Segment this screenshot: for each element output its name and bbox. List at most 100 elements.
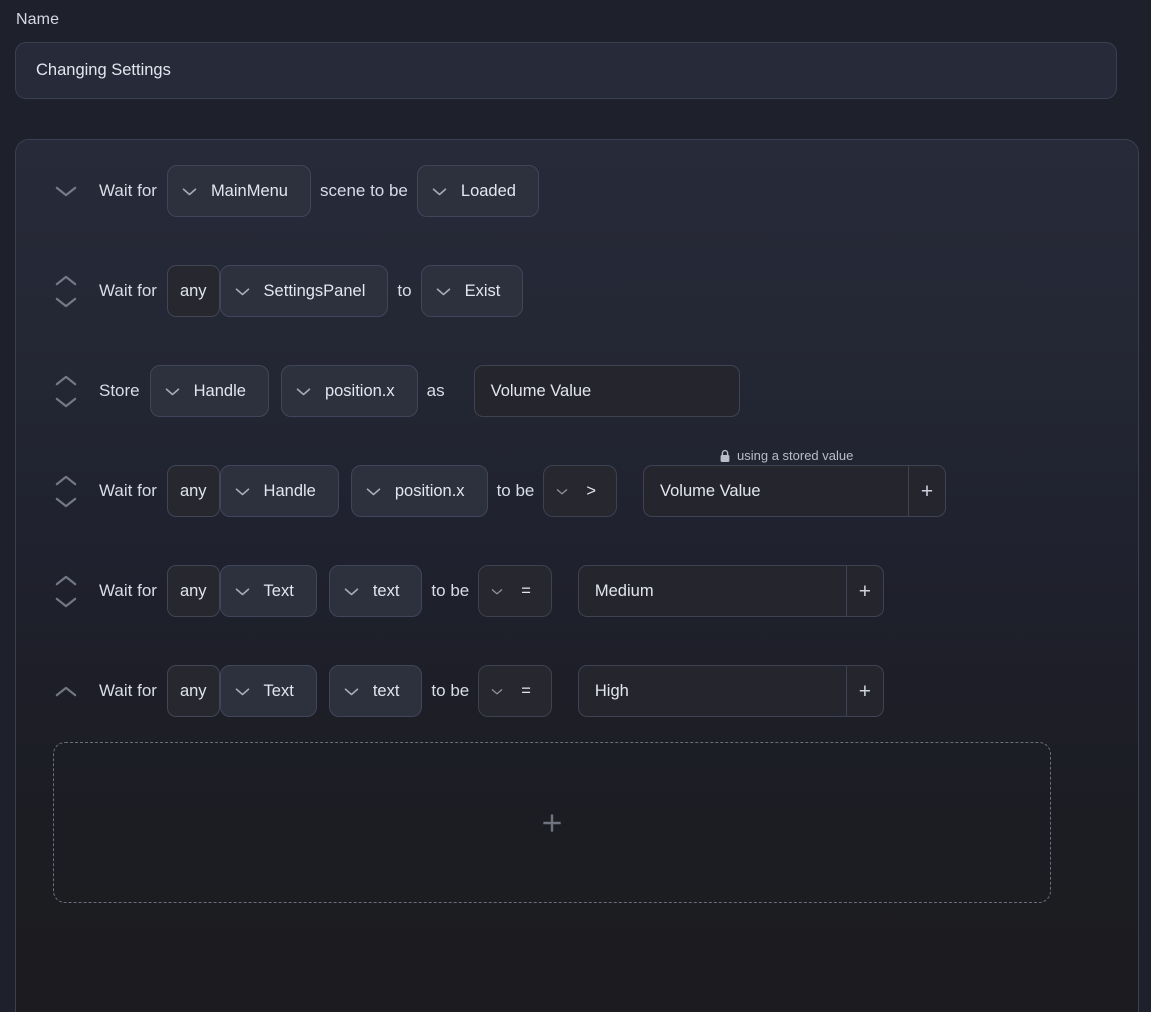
chevron-down-icon <box>344 687 359 695</box>
add-value-button[interactable]: + <box>908 465 947 517</box>
step-row: Wait for any Handle position.x to be > Volume … <box>16 459 947 523</box>
chevron-down-icon <box>344 587 359 595</box>
quantifier-toggle[interactable]: any <box>166 465 220 517</box>
target-dropdown[interactable]: Handle <box>219 465 339 517</box>
value-field-text: High <box>594 681 629 700</box>
state-dropdown[interactable]: Exist <box>420 265 524 317</box>
value-field[interactable]: High <box>577 665 846 717</box>
chevron-down-icon <box>235 687 249 695</box>
reorder-controls <box>43 459 89 523</box>
step-row: Wait for MainMenu scene to be Loaded <box>16 159 539 223</box>
chevron-down-icon <box>436 287 450 295</box>
add-step-area[interactable] <box>53 742 1051 903</box>
step-connector-text: to <box>397 281 412 300</box>
chevron-down-icon <box>55 497 77 507</box>
property-dropdown[interactable]: text <box>328 565 423 617</box>
step-verb: Wait for <box>99 681 157 700</box>
lock-icon <box>720 449 730 462</box>
target-dropdown-value: Text <box>263 681 294 700</box>
value-field[interactable]: Volume Value <box>473 365 740 417</box>
chevron-down-icon <box>235 587 249 595</box>
step-verb: Wait for <box>99 281 157 300</box>
chevron-down-icon <box>55 597 77 607</box>
property-dropdown[interactable]: text <box>328 665 423 717</box>
chevron-down-icon <box>235 287 249 295</box>
state-dropdown[interactable]: Loaded <box>416 165 539 217</box>
step-row: Wait for any Text text to be = Medium + <box>16 559 884 623</box>
property-dropdown-value: position.x <box>394 481 465 500</box>
operator-dropdown-value: = <box>521 581 531 600</box>
add-value-button[interactable]: + <box>845 565 884 617</box>
chevron-down-icon <box>55 397 77 407</box>
move-up-button[interactable] <box>55 575 77 586</box>
operator-dropdown-value: > <box>586 481 597 500</box>
target-dropdown[interactable]: Text <box>219 665 317 717</box>
add-value-button[interactable]: + <box>845 665 884 717</box>
operator-dropdown[interactable]: = <box>478 665 552 717</box>
chevron-down-icon <box>55 186 77 196</box>
move-down-button[interactable] <box>55 186 77 197</box>
step-connector-text: as <box>426 381 445 400</box>
chevron-down-icon <box>182 187 197 195</box>
operator-dropdown[interactable]: > <box>543 465 618 517</box>
target-dropdown[interactable]: MainMenu <box>166 165 311 217</box>
name-input[interactable]: Changing Settings <box>15 42 1117 99</box>
target-dropdown-value: SettingsPanel <box>263 281 366 300</box>
step-verb: Wait for <box>99 581 157 600</box>
step-verb: Wait for <box>99 481 157 500</box>
chevron-down-icon <box>491 688 503 694</box>
property-dropdown[interactable]: position.x <box>350 465 488 517</box>
reorder-controls <box>43 559 89 623</box>
chevron-down-icon <box>296 387 311 395</box>
value-field-text: Volume Value <box>490 381 592 400</box>
move-up-button[interactable] <box>55 375 77 386</box>
step-row: Wait for any Text text to be = High + <box>16 659 884 723</box>
step-connector-text: scene to be <box>319 181 408 200</box>
move-up-button[interactable] <box>55 275 77 286</box>
target-dropdown[interactable]: Text <box>219 565 317 617</box>
target-dropdown-value: MainMenu <box>210 181 288 200</box>
chevron-up-icon <box>55 475 77 485</box>
step-connector-text: to be <box>431 581 470 600</box>
state-dropdown-value: Loaded <box>460 181 516 200</box>
chevron-up-icon <box>55 375 77 385</box>
value-field-text: Medium <box>594 581 654 600</box>
quantifier-toggle[interactable]: any <box>166 665 220 717</box>
step-editor-page: Name Changing Settings Wait for MainMenu s… <box>0 0 1151 1012</box>
chevron-down-icon <box>366 487 381 495</box>
move-down-button[interactable] <box>55 497 77 508</box>
quantifier-toggle[interactable]: any <box>166 265 220 317</box>
move-up-button[interactable] <box>55 686 77 697</box>
value-field[interactable]: Medium <box>577 565 846 617</box>
value-field[interactable]: Volume Value <box>643 465 909 517</box>
state-dropdown-value: Exist <box>464 281 501 300</box>
property-dropdown-value: text <box>372 581 400 600</box>
reorder-controls <box>43 259 89 323</box>
chevron-up-icon <box>55 275 77 285</box>
chevron-up-icon <box>55 686 77 696</box>
plus-icon <box>543 813 561 832</box>
target-dropdown-value: Text <box>263 581 294 600</box>
chevron-down-icon <box>235 487 249 495</box>
value-field-text: Volume Value <box>660 481 761 500</box>
step-connector-text: to be <box>496 481 535 500</box>
move-down-button[interactable] <box>55 597 77 608</box>
reorder-controls <box>43 659 89 723</box>
move-down-button[interactable] <box>55 397 77 408</box>
step-verb: Store <box>99 381 140 400</box>
operator-dropdown[interactable]: = <box>478 565 552 617</box>
quantifier-toggle[interactable]: any <box>166 565 220 617</box>
move-down-button[interactable] <box>55 297 77 308</box>
move-up-button[interactable] <box>55 475 77 486</box>
chevron-down-icon <box>491 588 503 594</box>
chevron-down-icon <box>55 297 77 307</box>
property-dropdown-value: text <box>372 681 400 700</box>
name-input-value: Changing Settings <box>36 61 171 79</box>
target-dropdown[interactable]: Handle <box>149 365 269 417</box>
step-connector-text: to be <box>431 681 470 700</box>
property-dropdown-value: position.x <box>324 381 395 400</box>
property-dropdown[interactable]: position.x <box>280 365 418 417</box>
step-verb: Wait for <box>99 181 157 200</box>
reorder-controls <box>43 359 89 423</box>
target-dropdown[interactable]: SettingsPanel <box>219 265 389 317</box>
